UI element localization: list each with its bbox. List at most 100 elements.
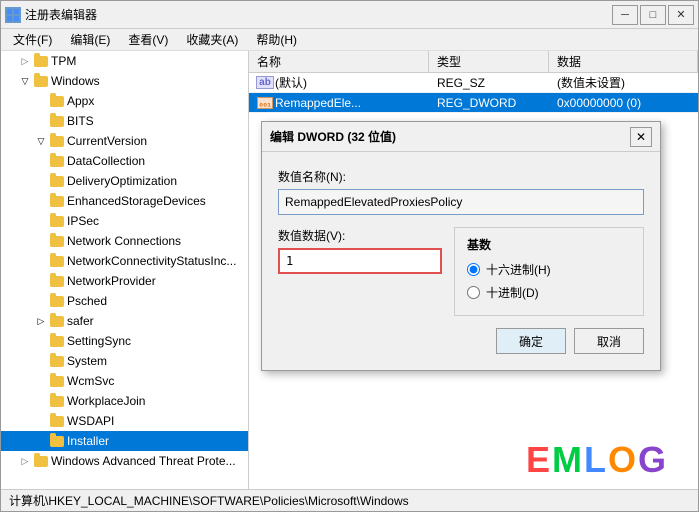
value-data-row: 数值数据(V): 基数 十六进制(H) 十进制(D) (278, 227, 644, 316)
value-data-label: 数值数据(V): (278, 227, 442, 244)
tree-toggle-safer: ▷ (33, 313, 49, 329)
tree-item-windowsadvanced[interactable]: ▷ Windows Advanced Threat Prote... (1, 451, 248, 471)
tree-item-ipsec[interactable]: ▷ IPSec (1, 211, 248, 231)
table-row[interactable]: ab (默认) REG_SZ (数值未设置) (249, 73, 698, 93)
value-data-input[interactable] (278, 248, 442, 274)
value-name-label: 数值名称(N): (278, 168, 644, 185)
tree-label-safer: safer (67, 314, 248, 328)
window-title: 注册表编辑器 (25, 6, 612, 23)
tree-item-safer[interactable]: ▷ safer (1, 311, 248, 331)
tree-toggle-networkconnstatus: ▷ (33, 253, 49, 269)
folder-icon-wcmsvc (49, 374, 65, 388)
tree-toggle-bits: ▷ (33, 113, 49, 129)
tree-label-ipsec: IPSec (67, 214, 248, 228)
folder-icon-networkconnections (49, 234, 65, 248)
tree-label-networkconnstatus: NetworkConnectivityStatusInc... (67, 254, 248, 268)
dialog-close-button[interactable]: ✕ (630, 127, 652, 147)
base-title: 基数 (467, 236, 631, 253)
status-bar: 计算机\HKEY_LOCAL_MACHINE\SOFTWARE\Policies… (1, 489, 698, 511)
table-row[interactable]: ₀₀₁ RemappedEle... REG_DWORD 0x00000000 … (249, 93, 698, 113)
tree-toggle-wcmsvc: ▷ (33, 373, 49, 389)
tree-item-psched[interactable]: ▷ Psched (1, 291, 248, 311)
cancel-button[interactable]: 取消 (574, 328, 644, 354)
tree-label-system: System (67, 354, 248, 368)
tree-item-settingsync[interactable]: ▷ SettingSync (1, 331, 248, 351)
maximize-button[interactable]: □ (640, 5, 666, 25)
value-name-input[interactable] (278, 189, 644, 215)
tree-label-installer: Installer (67, 434, 248, 448)
title-bar: 注册表编辑器 ─ □ ✕ (1, 1, 698, 29)
tree-item-datacollection[interactable]: ▷ DataCollection (1, 151, 248, 171)
minimize-button[interactable]: ─ (612, 5, 638, 25)
tree-toggle-installer: ▷ (33, 433, 49, 449)
tree-toggle-workplacejoin: ▷ (33, 393, 49, 409)
folder-icon-networkconnstatus (49, 254, 65, 268)
cell-type-remapped: REG_DWORD (429, 93, 549, 112)
cell-name-default: ab (默认) (249, 73, 429, 92)
tree-toggle-wsdapi: ▷ (33, 413, 49, 429)
tree-label-bits: BITS (67, 114, 248, 128)
tree-label-psched: Psched (67, 294, 248, 308)
tree-item-networkconnections[interactable]: ▷ Network Connections (1, 231, 248, 251)
tree-item-networkconnstatus[interactable]: ▷ NetworkConnectivityStatusInc... (1, 251, 248, 271)
tree-item-system[interactable]: ▷ System (1, 351, 248, 371)
radio-hex-label: 十六进制(H) (486, 261, 551, 278)
folder-icon-windowsadvanced (33, 454, 49, 468)
tree-item-windows[interactable]: ▽ Windows (1, 71, 248, 91)
tree-item-networkprovider[interactable]: ▷ NetworkProvider (1, 271, 248, 291)
edit-dword-dialog: 编辑 DWORD (32 位值) ✕ 数值名称(N): 数值数据(V): (261, 121, 661, 371)
dialog-buttons: 确定 取消 (278, 328, 644, 354)
tree-item-currentversion[interactable]: ▽ CurrentVersion (1, 131, 248, 151)
ab-icon: ab (257, 76, 273, 90)
tree-item-bits[interactable]: ▷ BITS (1, 111, 248, 131)
tree-toggle-datacollection: ▷ (33, 153, 49, 169)
tree-toggle-system: ▷ (33, 353, 49, 369)
tree-label-wsdapi: WSDAPI (67, 414, 248, 428)
tree-item-tpm[interactable]: ▷ TPM (1, 51, 248, 71)
tree-toggle-appx: ▷ (33, 93, 49, 109)
window-controls: ─ □ ✕ (612, 5, 694, 25)
tree-item-workplacejoin[interactable]: ▷ WorkplaceJoin (1, 391, 248, 411)
tree-item-wsdapi[interactable]: ▷ WSDAPI (1, 411, 248, 431)
dialog-title-bar: 编辑 DWORD (32 位值) ✕ (262, 122, 660, 152)
tree-label-workplacejoin: WorkplaceJoin (67, 394, 248, 408)
tree-item-installer[interactable]: ▷ Installer (1, 431, 248, 451)
folder-icon-appx (49, 94, 65, 108)
radio-decimal[interactable]: 十进制(D) (467, 284, 631, 301)
folder-icon-workplacejoin (49, 394, 65, 408)
header-name: 名称 (249, 51, 429, 72)
tree-item-deliveryopt[interactable]: ▷ DeliveryOptimization (1, 171, 248, 191)
close-button[interactable]: ✕ (668, 5, 694, 25)
folder-icon-enhancedstorage (49, 194, 65, 208)
tree-label-deliveryopt: DeliveryOptimization (67, 174, 248, 188)
cell-type-default: REG_SZ (429, 73, 549, 92)
tree-toggle-tpm: ▷ (17, 53, 33, 69)
tree-toggle-deliveryopt: ▷ (33, 173, 49, 189)
folder-icon-ipsec (49, 214, 65, 228)
folder-icon-deliveryopt (49, 174, 65, 188)
radio-hex[interactable]: 十六进制(H) (467, 261, 631, 278)
menu-edit[interactable]: 编辑(E) (62, 29, 118, 50)
menu-help[interactable]: 帮助(H) (248, 29, 305, 50)
dialog-body: 数值名称(N): 数值数据(V): 基数 十六进制(H) (262, 152, 660, 370)
tree-label-settingsync: SettingSync (67, 334, 248, 348)
header-type: 类型 (429, 51, 549, 72)
menu-favorites[interactable]: 收藏夹(A) (178, 29, 246, 50)
tree-item-enhancedstorage[interactable]: ▷ EnhancedStorageDevices (1, 191, 248, 211)
tree-toggle-windows: ▽ (17, 73, 33, 89)
menu-file[interactable]: 文件(F) (5, 29, 60, 50)
value-data-group: 数值数据(V): (278, 227, 442, 316)
tree-label-appx: Appx (67, 94, 248, 108)
ok-button[interactable]: 确定 (496, 328, 566, 354)
tree-toggle-networkprovider: ▷ (33, 273, 49, 289)
menu-view[interactable]: 查看(V) (120, 29, 176, 50)
tree-toggle-windowsadvanced: ▷ (17, 453, 33, 469)
radio-hex-input[interactable] (467, 263, 480, 276)
tree-label-tpm: TPM (51, 54, 248, 68)
tree-item-wcmsvc[interactable]: ▷ WcmSvc (1, 371, 248, 391)
tree-item-appx[interactable]: ▷ Appx (1, 91, 248, 111)
tree-label-enhancedstorage: EnhancedStorageDevices (67, 194, 248, 208)
tree-toggle-networkconnections: ▷ (33, 233, 49, 249)
tree-toggle-settingsync: ▷ (33, 333, 49, 349)
radio-decimal-input[interactable] (467, 286, 480, 299)
